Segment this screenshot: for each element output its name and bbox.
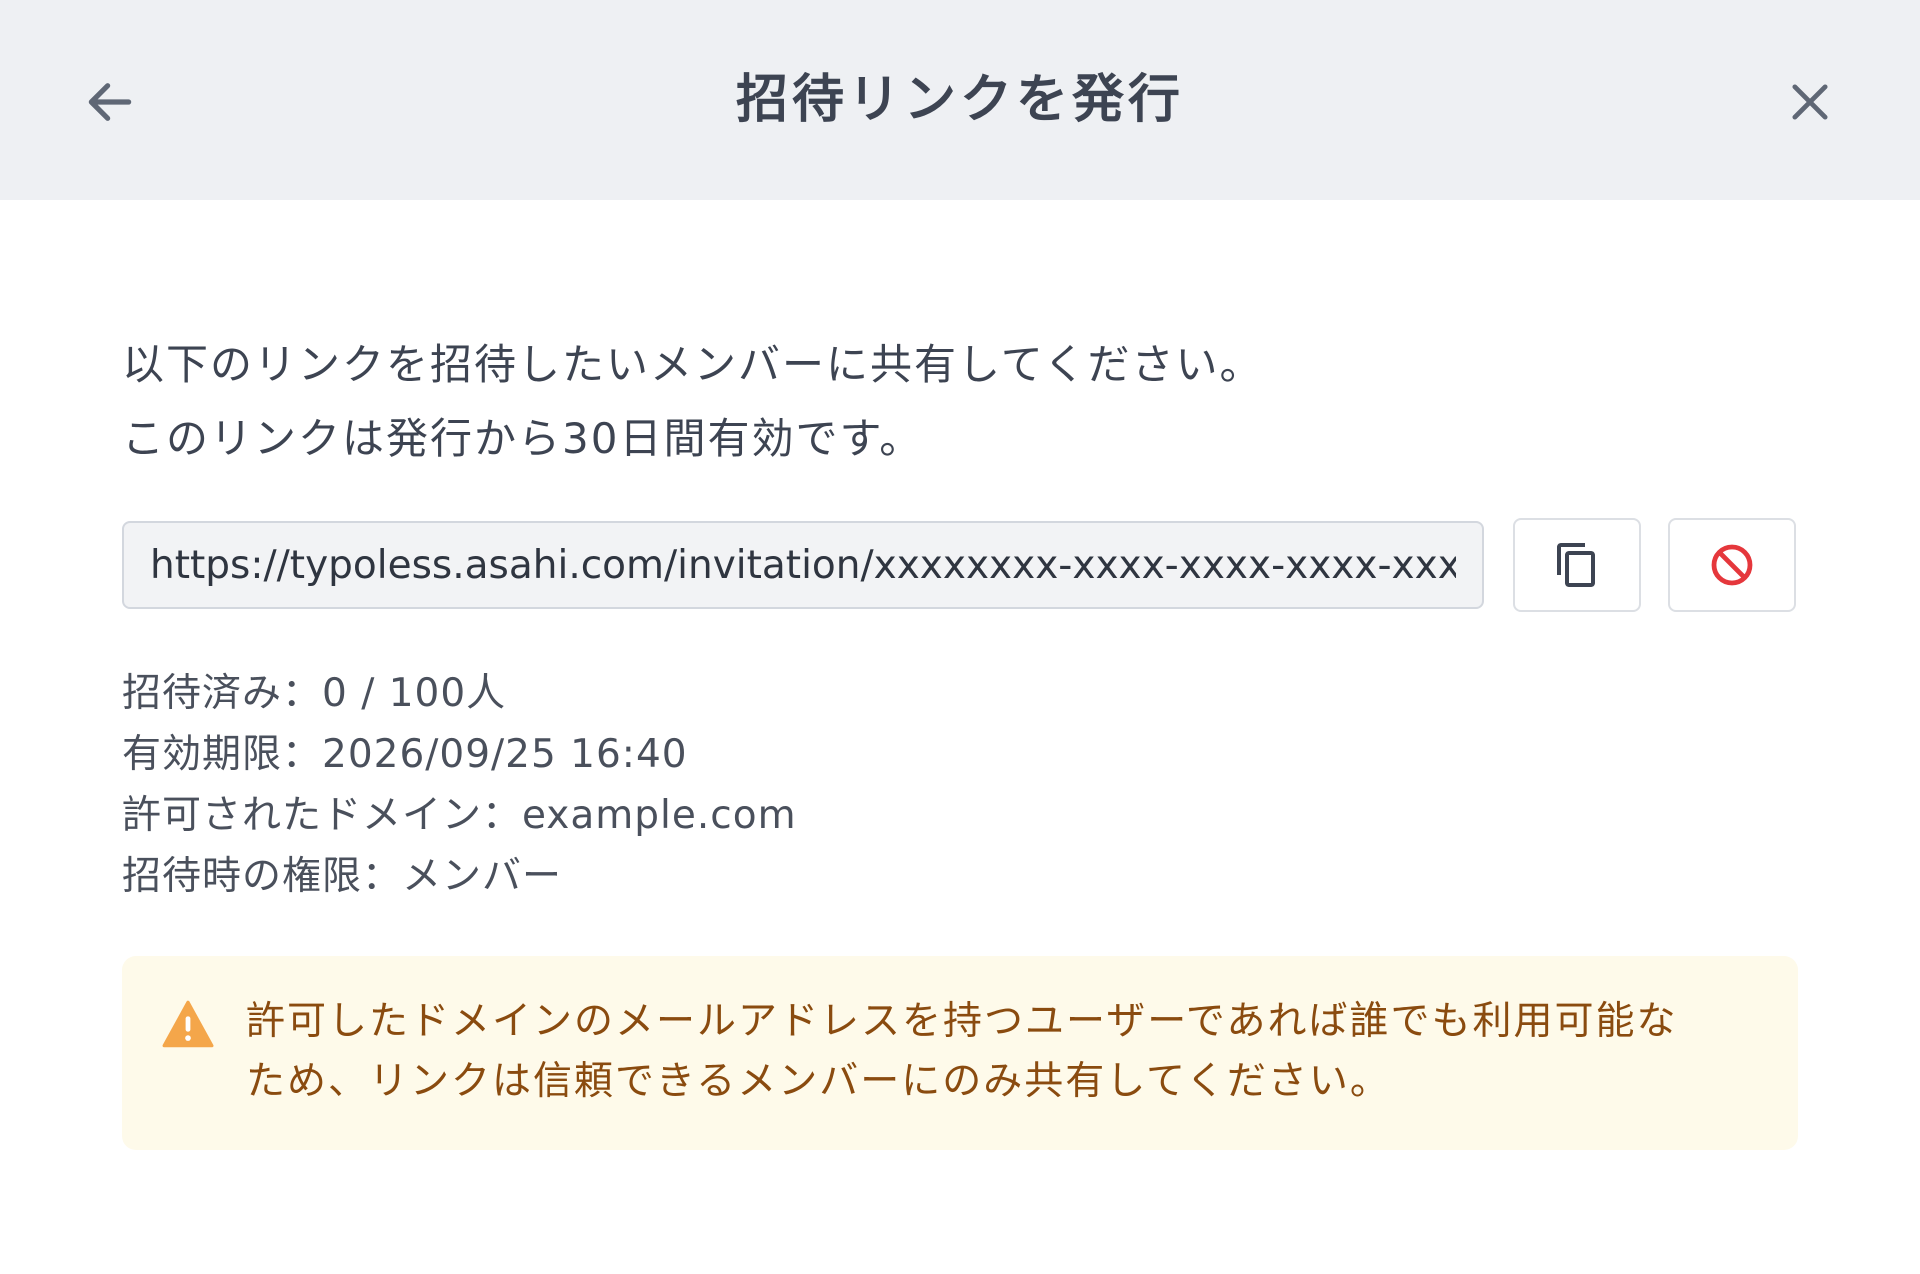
invite-link-dialog: 招待リンクを発行 以下のリンクを招待したいメンバーに共有してください。 このリン… xyxy=(0,0,1920,1274)
copy-icon xyxy=(1557,543,1595,587)
warning-line-1: 許可したドメインのメールアドレスを持つユーザーであれば誰でも利用可能な xyxy=(246,999,1678,1044)
revoke-link-button[interactable] xyxy=(1668,518,1796,612)
invite-role: 招待時の権限：メンバー xyxy=(122,854,563,899)
allowed-domain: 許可されたドメイン：example.com xyxy=(122,793,797,838)
copy-link-button[interactable] xyxy=(1513,518,1641,612)
intro-line-2: このリンクは発行から30日間有効です。 xyxy=(122,414,924,463)
dialog-header: 招待リンクを発行 xyxy=(0,0,1920,200)
close-button[interactable] xyxy=(1770,62,1850,142)
invite-details: 招待済み：0 / 100人 有効期限：2026/09/25 16:40 許可され… xyxy=(122,663,797,907)
warning-triangle-icon xyxy=(162,1000,214,1048)
warning-text: 許可したドメインのメールアドレスを持つユーザーであれば誰でも利用可能な ため、リ… xyxy=(246,992,1766,1112)
intro-text: 以下のリンクを招待したいメンバーに共有してください。 このリンクは発行から30日… xyxy=(122,328,1722,476)
warning-notice: 許可したドメインのメールアドレスを持つユーザーであれば誰でも利用可能な ため、リ… xyxy=(122,956,1798,1150)
dialog-title: 招待リンクを発行 xyxy=(735,70,1184,130)
close-icon xyxy=(1792,84,1828,120)
block-icon xyxy=(1711,544,1753,586)
warning-line-2: ため、リンクは信頼できるメンバーにのみ共有してください。 xyxy=(246,1059,1391,1104)
intro-line-1: 以下のリンクを招待したいメンバーに共有してください。 xyxy=(122,340,1264,389)
invited-count: 招待済み：0 / 100人 xyxy=(122,671,507,716)
arrow-left-icon xyxy=(88,83,132,121)
expiration-date: 有効期限：2026/09/25 16:40 xyxy=(122,732,688,777)
back-button[interactable] xyxy=(70,62,150,142)
invite-link-field[interactable] xyxy=(122,521,1484,609)
